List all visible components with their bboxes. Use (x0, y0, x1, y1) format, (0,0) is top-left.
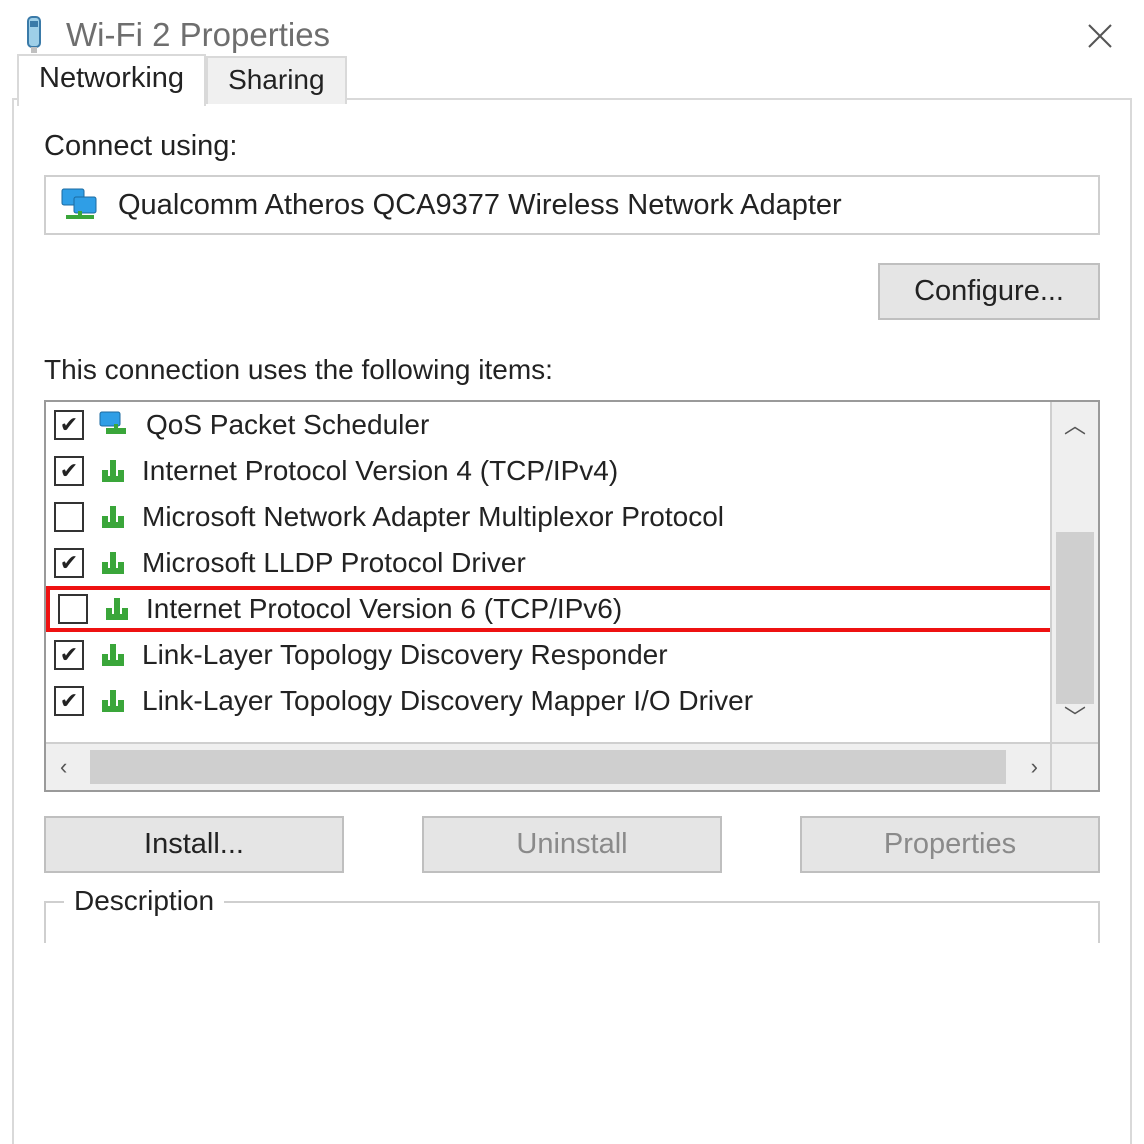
dialog-body: Networking Sharing Connect using: Qualco… (12, 98, 1132, 1144)
button-label: Install... (144, 828, 244, 860)
scroll-down-icon[interactable]: ﹀ (1064, 694, 1086, 738)
uninstall-button: Uninstall (422, 816, 722, 873)
button-label: Uninstall (516, 828, 627, 860)
properties-button: Properties (800, 816, 1100, 873)
item-checkbox[interactable] (54, 640, 84, 670)
scroll-left-icon[interactable]: ‹ (60, 754, 67, 780)
protocol-icon (102, 594, 132, 624)
qos-icon (98, 410, 132, 440)
item-label: Link-Layer Topology Discovery Mapper I/O… (142, 685, 753, 717)
list-item[interactable]: Link-Layer Topology Discovery Responder (46, 632, 1050, 678)
list-item[interactable]: QoS Packet Scheduler (46, 402, 1050, 448)
window-title: Wi-Fi 2 Properties (66, 16, 330, 54)
description-legend: Description (64, 885, 224, 917)
list-item[interactable]: Microsoft Network Adapter Multiplexor Pr… (46, 494, 1050, 540)
scroll-corner (1050, 744, 1098, 790)
scroll-thumb[interactable] (1056, 532, 1094, 704)
list-item[interactable]: Internet Protocol Version 6 (TCP/IPv6) (46, 586, 1050, 632)
item-label: Internet Protocol Version 6 (TCP/IPv6) (146, 593, 622, 625)
protocol-icon (98, 640, 128, 670)
list-item[interactable]: Link-Layer Topology Discovery Mapper I/O… (46, 678, 1050, 724)
protocol-icon (98, 686, 128, 716)
item-label: Internet Protocol Version 4 (TCP/IPv4) (142, 455, 618, 487)
button-label: Properties (884, 828, 1016, 860)
hscroll-thumb[interactable] (90, 750, 1006, 784)
item-checkbox[interactable] (54, 548, 84, 578)
configure-button[interactable]: Configure... (878, 263, 1100, 320)
item-buttons-row: Install... Uninstall Properties (44, 816, 1100, 873)
tab-networking[interactable]: Networking (17, 54, 206, 106)
tab-label: Networking (39, 62, 184, 94)
horizontal-scrollbar[interactable]: ‹ › (46, 742, 1098, 790)
item-label: Link-Layer Topology Discovery Responder (142, 639, 668, 671)
tab-content: Connect using: Qualcomm Atheros QCA9377 … (44, 130, 1100, 943)
protocol-icon (98, 502, 128, 532)
item-label: Microsoft LLDP Protocol Driver (142, 547, 526, 579)
protocol-icon (98, 456, 128, 486)
adapter-name: Qualcomm Atheros QCA9377 Wireless Networ… (118, 189, 842, 222)
item-checkbox[interactable] (54, 686, 84, 716)
connection-items-list[interactable]: QoS Packet Scheduler Internet Protocol Ve… (44, 400, 1100, 792)
item-label: Microsoft Network Adapter Multiplexor Pr… (142, 501, 724, 533)
wifi-adapter-icon (20, 15, 48, 55)
item-checkbox[interactable] (54, 456, 84, 486)
description-groupbox: Description (44, 901, 1100, 943)
items-label: This connection uses the following items… (44, 354, 1100, 386)
vertical-scrollbar[interactable]: ︿ ﹀ (1050, 402, 1098, 744)
network-adapter-icon (60, 187, 104, 223)
button-label: Configure... (914, 275, 1064, 307)
item-label: QoS Packet Scheduler (146, 409, 429, 441)
item-checkbox[interactable] (54, 502, 84, 532)
list-item[interactable]: Microsoft LLDP Protocol Driver (46, 540, 1050, 586)
properties-dialog: Wi-Fi 2 Properties Networking Sharing Co… (0, 0, 1144, 1144)
item-checkbox[interactable] (58, 594, 88, 624)
tab-label: Sharing (228, 64, 325, 95)
protocol-icon (98, 548, 128, 578)
scroll-up-icon[interactable]: ︿ (1064, 402, 1086, 446)
close-icon[interactable] (1086, 22, 1114, 50)
adapter-field[interactable]: Qualcomm Atheros QCA9377 Wireless Networ… (44, 175, 1100, 235)
list-item[interactable]: Internet Protocol Version 4 (TCP/IPv4) (46, 448, 1050, 494)
scroll-right-icon[interactable]: › (1031, 754, 1038, 780)
tab-sharing[interactable]: Sharing (206, 56, 347, 104)
tab-strip: Networking Sharing (17, 52, 347, 104)
install-button[interactable]: Install... (44, 816, 344, 873)
item-checkbox[interactable] (54, 410, 84, 440)
connect-using-label: Connect using: (44, 130, 1100, 163)
